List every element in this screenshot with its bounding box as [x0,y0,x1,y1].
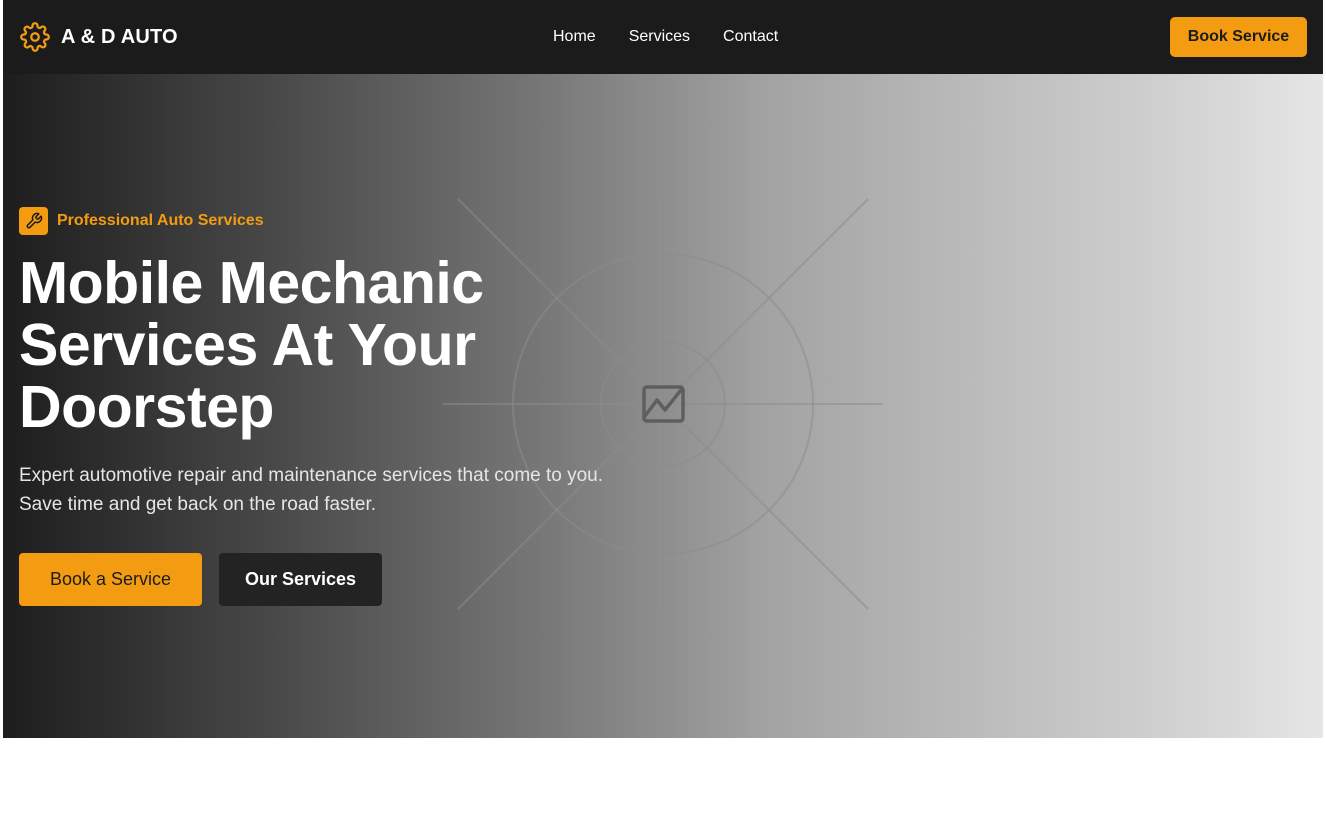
navbar: A & D AUTO Home Services Contact Book Se… [3,0,1323,74]
brand-name: A & D AUTO [61,25,178,48]
hero-title-line: Services At Your [19,312,476,378]
book-a-service-button[interactable]: Book a Service [19,553,202,606]
brand-logo[interactable]: A & D AUTO [20,22,178,52]
gear-icon [20,22,50,52]
wrench-icon [19,207,48,235]
nav-link-contact[interactable]: Contact [723,27,778,47]
page-frame: A & D AUTO Home Services Contact Book Se… [3,0,1323,738]
our-services-button[interactable]: Our Services [219,553,382,606]
nav-link-home[interactable]: Home [553,27,596,47]
hero-title-line: Doorstep [19,374,274,440]
hero-section: Professional Auto Services Mobile Mechan… [3,74,1323,738]
hero-eyebrow: Professional Auto Services [19,207,264,235]
hero-description-line: Expert automotive repair and maintenance… [19,465,604,486]
hero-description: Expert automotive repair and maintenance… [19,461,779,519]
nav-link-services[interactable]: Services [629,27,690,47]
hero-title-line: Mobile Mechanic [19,250,484,316]
hero-title: Mobile Mechanic Services At Your Doorste… [19,252,659,438]
hero-description-line: Save time and get back on the road faste… [19,494,377,515]
main-nav: Home Services Contact [553,27,778,47]
book-service-button[interactable]: Book Service [1170,17,1307,57]
hero-eyebrow-label: Professional Auto Services [57,212,264,229]
